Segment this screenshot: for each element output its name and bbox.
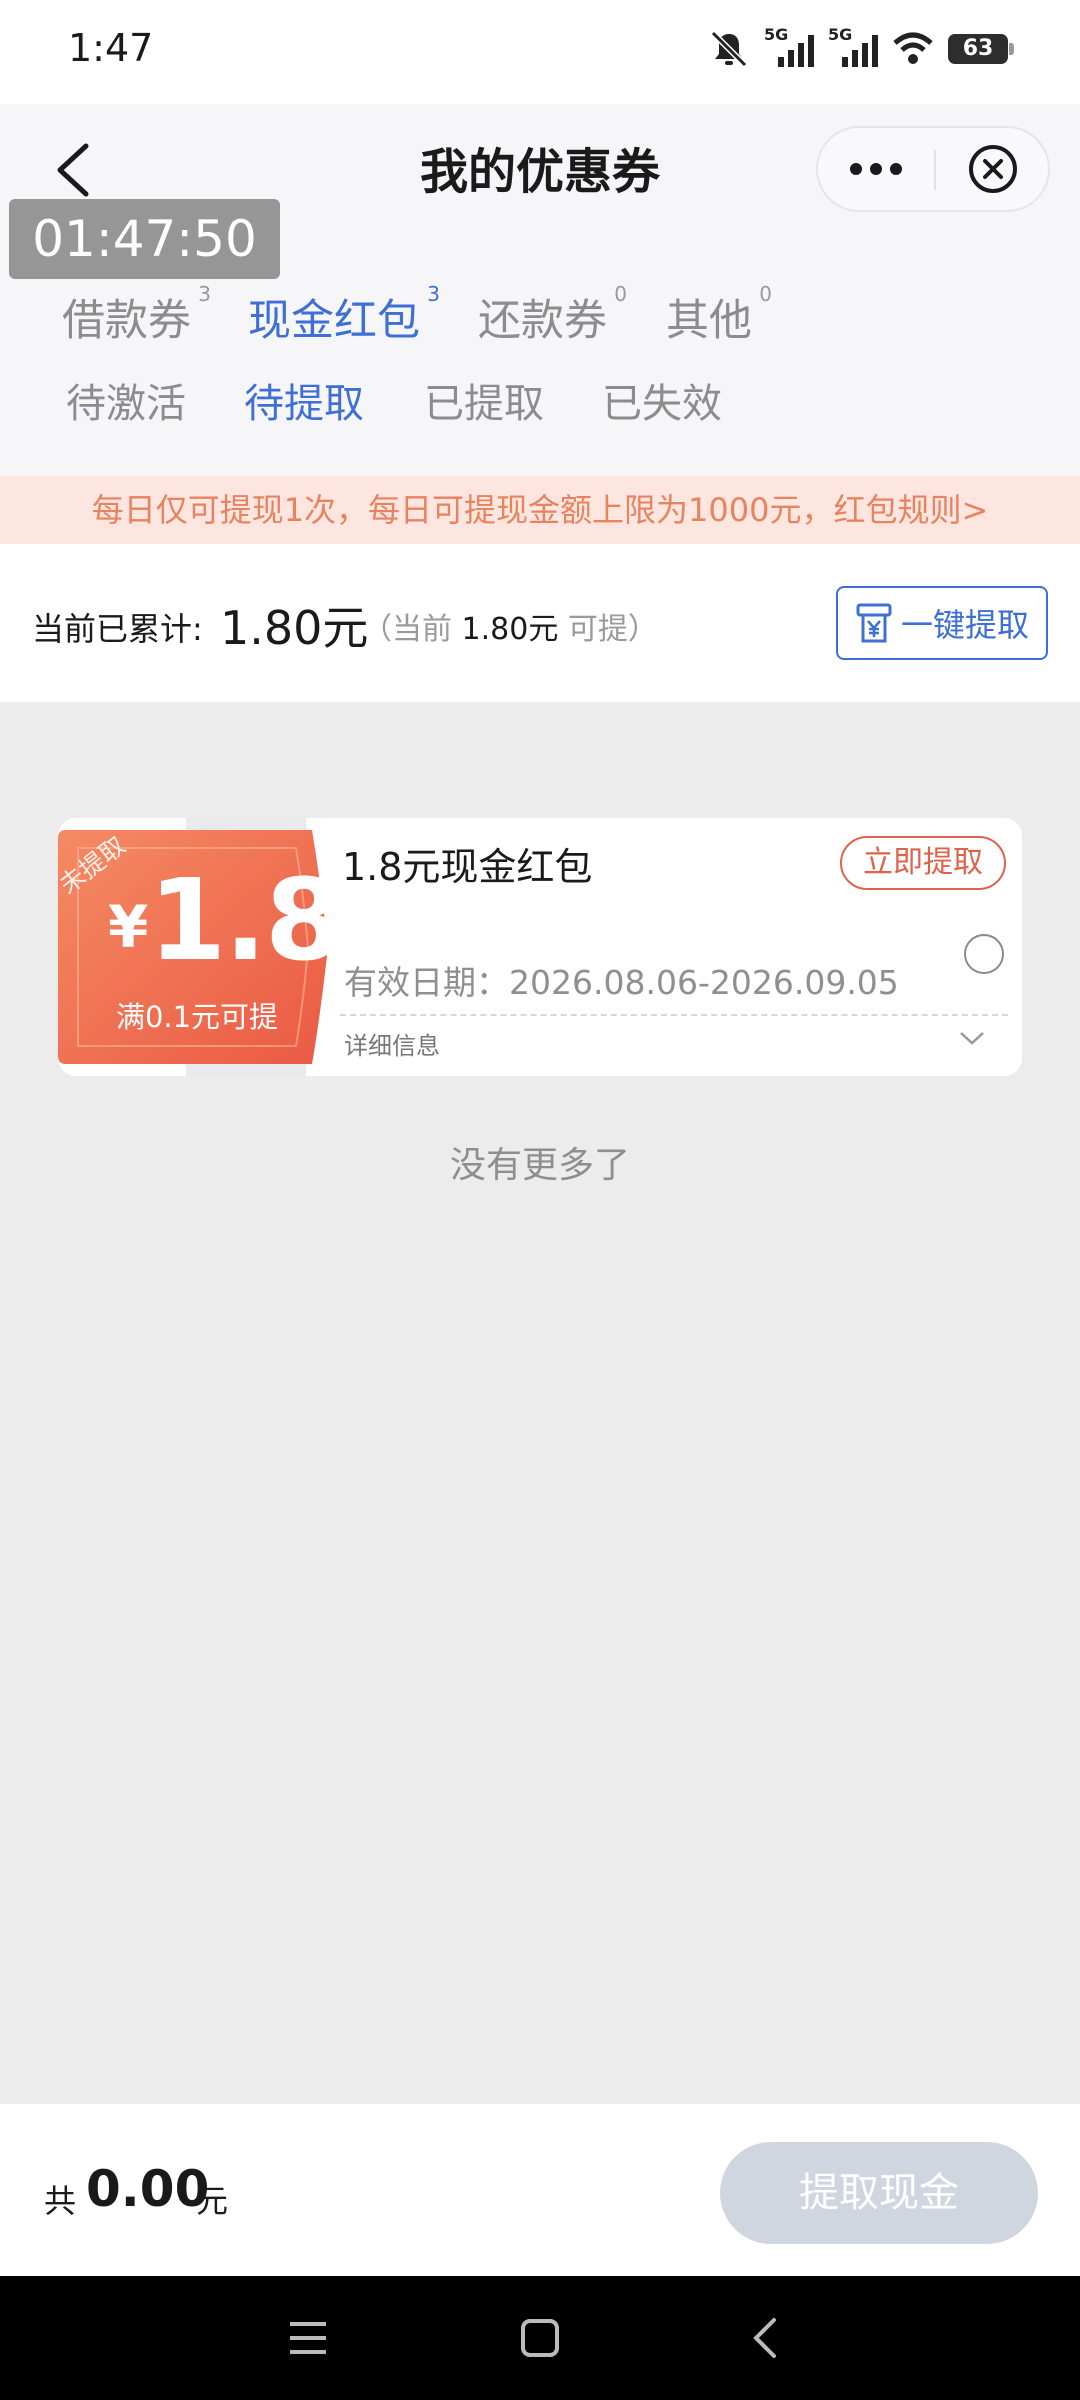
status-bar: 1:47 5G 5G 63: [0, 0, 1080, 104]
more-dots-icon: [850, 163, 902, 175]
menu-icon[interactable]: [286, 2316, 330, 2360]
accumulated-amount: 1.80元: [220, 601, 369, 655]
tab-count: 0: [759, 282, 772, 306]
signal-1-icon: 5G: [764, 25, 814, 67]
one-click-withdraw-button[interactable]: 一键提取: [836, 586, 1048, 660]
bottom-bar: 共 0.00 元 提取现金: [0, 2104, 1080, 2276]
tab-other[interactable]: 其他 0: [666, 282, 772, 348]
header: 我的优惠券 借款券 3 现金红包 3 还款券 0 其他 0 待激活 待提取 已提取 已失…: [0, 104, 1080, 476]
coupon-divider: [340, 1014, 1008, 1016]
coupon-value-panel: 未提取 ¥1.8 满0.1元可提: [58, 818, 343, 1076]
one-click-withdraw-label: 一键提取: [900, 606, 1029, 644]
mute-icon: [710, 30, 748, 68]
timer-overlay: 01:47:50: [9, 199, 280, 279]
withdrawable-note: （当前 1.80元 可提）: [362, 612, 658, 647]
subtab-expired[interactable]: 已失效: [602, 371, 722, 429]
mini-program-capsule: [816, 126, 1050, 212]
withdraw-yen-icon: [856, 603, 892, 643]
more-button[interactable]: [818, 128, 934, 210]
redeem-now-button[interactable]: 立即提取: [840, 836, 1006, 890]
accumulated-summary: 当前已累计: 1.80元 （当前 1.80元 可提） 一键提取: [0, 544, 1080, 702]
signal-2-icon: 5G: [828, 25, 878, 67]
tab-cash-red-packet[interactable]: 现金红包 3: [248, 282, 440, 348]
coupon-select-radio[interactable]: [964, 934, 1004, 974]
subtab-pending-withdrawal[interactable]: 待提取: [244, 371, 364, 429]
nav-back-icon[interactable]: [744, 2316, 788, 2360]
close-button[interactable]: [936, 128, 1050, 210]
withdraw-cash-button[interactable]: 提取现金: [720, 2142, 1038, 2244]
status-icons: 5G 5G 63: [708, 25, 1014, 72]
rules-notice-link[interactable]: 每日仅可提现1次，每日可提现金额上限为1000元，红包规则>: [0, 476, 1080, 544]
chevron-down-icon[interactable]: [958, 1030, 986, 1046]
coupon-title: 1.8元现金红包: [342, 845, 593, 889]
close-circle-icon: [969, 145, 1017, 193]
total-unit: 元: [196, 2182, 229, 2220]
total-amount: 0.00: [86, 2160, 210, 2218]
list-end-text: 没有更多了: [449, 1145, 630, 1186]
coupon-value: ¥1.8: [108, 856, 343, 986]
coupon-validity: 有效日期：2026.08.06-2026.09.05: [344, 963, 899, 1002]
tab-repayment-coupon[interactable]: 还款券 0: [478, 282, 627, 348]
tab-count: 3: [427, 282, 440, 306]
battery-icon: 63: [948, 34, 1014, 64]
total-label: 共: [44, 2182, 77, 2220]
system-nav-bar: [0, 2276, 1080, 2400]
accumulated-label: 当前已累计:: [32, 610, 203, 648]
subtab-pending-activation[interactable]: 待激活: [66, 371, 186, 429]
tab-loan-coupon[interactable]: 借款券 3: [62, 282, 211, 348]
wifi-icon: [893, 32, 933, 64]
tab-count: 0: [614, 282, 627, 306]
coupon-details-toggle[interactable]: 详细信息: [344, 1026, 440, 1061]
home-icon[interactable]: [518, 2316, 562, 2360]
status-time: 1:47: [68, 26, 154, 70]
subtab-withdrawn[interactable]: 已提取: [424, 371, 544, 429]
tab-count: 3: [198, 282, 211, 306]
coupon-condition: 满0.1元可提: [115, 1000, 279, 1034]
coupon-card[interactable]: 未提取 ¥1.8 满0.1元可提 1.8元现金红包 立即提取 有效日期：2026…: [58, 818, 1022, 1076]
